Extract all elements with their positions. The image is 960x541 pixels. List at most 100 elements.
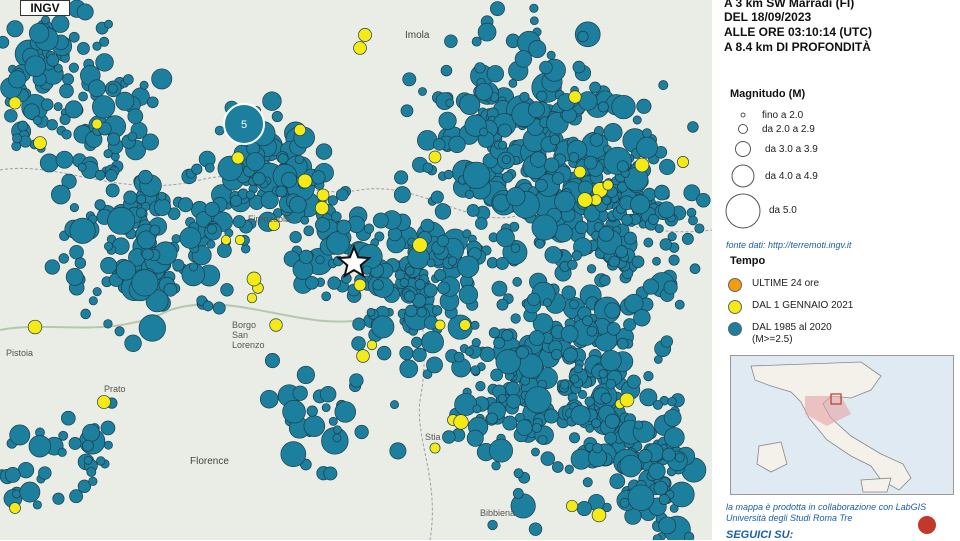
earthquake-dot: [512, 277, 523, 287]
earthquake-dot: [543, 408, 559, 424]
earthquake-dot: [477, 22, 497, 42]
earthquake-dot: [537, 434, 548, 445]
earthquake-dot: [69, 202, 79, 213]
earthquake-dot: [262, 91, 282, 111]
earthquake-dot: [586, 264, 597, 274]
earthquake-dot: [114, 326, 125, 337]
city-borgo-san-lorenzo: Borgo San Lorenzo: [232, 320, 265, 350]
sardinia-shape: [756, 441, 788, 473]
earthquake-dot: [447, 256, 458, 266]
earthquake-dot: [289, 230, 302, 244]
earthquake-dot: [281, 171, 298, 188]
earthquake-dot: [431, 305, 443, 316]
earthquake-dot: [434, 203, 452, 220]
city-imola: Imola: [405, 30, 430, 41]
earthquake-dot: [82, 423, 101, 442]
earthquake-dot: [303, 415, 326, 437]
earthquake-dot: [551, 348, 563, 361]
earthquake-dot: [28, 435, 51, 458]
recent-earthquake-dot: [353, 41, 367, 55]
earthquake-dot: [674, 452, 685, 463]
earthquake-dot: [151, 68, 173, 90]
earthquake-dot: [65, 268, 84, 286]
earthquake-dot: [88, 476, 98, 486]
earthquake-dot: [319, 385, 337, 403]
earthquake-dot: [457, 255, 480, 278]
earthquake-dot: [491, 280, 508, 297]
earthquake-dot: [589, 81, 601, 94]
earthquake-dot: [466, 429, 484, 447]
earthquake-dot: [569, 432, 581, 444]
earthquake-dot: [652, 399, 663, 410]
earthquake-dot: [44, 259, 60, 275]
data-source[interactable]: fonte dati: http://terremoti.ingv.it: [726, 240, 851, 250]
earthquake-dot: [508, 79, 518, 88]
earthquake-dot: [240, 244, 251, 254]
recent-earthquake-dot: [634, 157, 650, 173]
earthquake-dot: [464, 347, 474, 357]
earthquake-dot: [430, 190, 444, 204]
earthquake-dot: [530, 151, 547, 168]
earthquake-dot: [416, 307, 427, 318]
earthquake-dot: [28, 22, 50, 44]
earthquake-dot: [321, 291, 332, 302]
earthquake-dot: [326, 231, 350, 255]
earthquake-dot: [100, 420, 116, 436]
earthquake-dot: [393, 186, 411, 204]
earthquake-dot: [141, 133, 159, 151]
earthquake-dot: [105, 169, 118, 182]
earthquake-dot: [453, 351, 465, 363]
earthquake-dot: [479, 127, 488, 137]
recent-earthquake-dot: [353, 278, 367, 292]
earthquake-dot: [634, 420, 644, 430]
recent-earthquake-dot: [231, 151, 245, 165]
earthquake-dot: [658, 493, 670, 505]
earthquake-dot: [282, 399, 306, 424]
earthquake-dot: [652, 534, 662, 540]
earthquake-dot: [577, 30, 589, 43]
earthquake-dot: [514, 50, 533, 68]
earthquake-dot: [92, 95, 116, 119]
earthquake-dot: [421, 330, 444, 354]
earthquake-dot: [306, 405, 318, 417]
earthquake-dot: [335, 188, 349, 202]
earthquake-dot: [418, 87, 427, 96]
earthquake-dot: [103, 149, 113, 159]
earthquake-dot: [626, 374, 641, 389]
earthquake-dot: [608, 255, 621, 268]
earthquake-dot: [454, 393, 478, 416]
earthquake-dot: [412, 347, 427, 362]
earthquake-dot: [598, 226, 614, 242]
earthquake-dot: [600, 349, 622, 372]
earthquake-dot: [230, 194, 243, 207]
earthquake-dot: [667, 396, 677, 407]
city-firenzuola: Firenzuola: [248, 214, 291, 224]
seismicity-map[interactable]: 5 INGV Imola Firenzuola Borgo San Lorenz…: [0, 0, 712, 540]
earthquake-dot: [426, 356, 443, 374]
earthquake-dot: [506, 187, 526, 207]
recent-earthquake-dot: [220, 234, 232, 246]
earthquake-dot: [61, 410, 76, 426]
earthquake-dot: [138, 169, 153, 185]
earthquake-dot: [69, 489, 84, 504]
earthquake-dot: [623, 231, 637, 245]
earthquake-dot: [479, 346, 496, 363]
earthquake-dot: [605, 378, 617, 390]
earthquake-dot: [376, 345, 392, 361]
earthquake-dot: [105, 183, 120, 198]
earthquake-dot: [663, 280, 678, 295]
earthquake-dot: [315, 143, 333, 160]
earthquake-dot: [438, 111, 457, 130]
earthquake-dot: [524, 386, 552, 414]
major-earthquake-label: 5: [241, 119, 247, 131]
earthquake-dot: [327, 195, 338, 206]
recent-earthquake-dot: [573, 165, 587, 179]
earthquake-dot: [4, 467, 21, 483]
earthquake-dot: [619, 454, 643, 478]
earthquake-dot: [17, 120, 29, 132]
earthquake-dot: [321, 403, 331, 412]
earthquake-dot: [497, 123, 512, 138]
city-prato: Prato: [104, 384, 126, 394]
earthquake-dot: [495, 228, 515, 248]
earthquake-dot: [404, 304, 418, 318]
